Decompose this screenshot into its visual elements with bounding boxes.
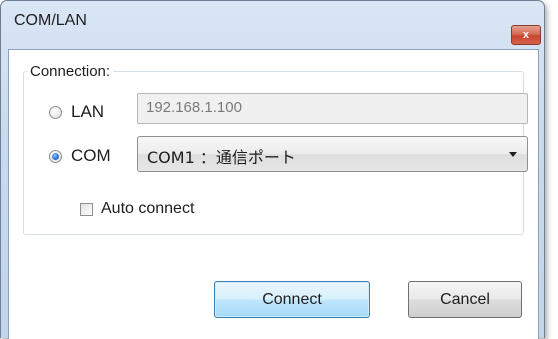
dialog-window: COM/LAN x Connection: LAN 192.168.1.100 …: [0, 0, 545, 339]
com-radio-button[interactable]: [49, 149, 62, 163]
com-radio-option[interactable]: COM: [49, 146, 111, 166]
auto-connect-label[interactable]: Auto connect: [101, 200, 194, 218]
connect-button[interactable]: Connect: [214, 281, 370, 318]
chevron-down-icon[interactable]: [509, 152, 517, 157]
title-bar[interactable]: COM/LAN x: [1, 1, 544, 45]
lan-radio-button[interactable]: [49, 105, 62, 119]
close-button[interactable]: x: [511, 25, 541, 45]
cancel-button[interactable]: Cancel: [408, 281, 522, 318]
com-port-selected-value: COM1 ：通信ポート: [147, 148, 296, 167]
auto-connect-option[interactable]: Auto connect: [80, 200, 194, 218]
lan-radio-option[interactable]: LAN: [49, 102, 104, 122]
lan-address-field[interactable]: 192.168.1.100: [137, 93, 528, 124]
dialog-client-area: Connection: LAN 192.168.1.100 COM COM1 ：…: [8, 49, 539, 339]
lan-radio-label[interactable]: LAN: [71, 102, 104, 122]
com-radio-label[interactable]: COM: [71, 146, 111, 166]
window-title: COM/LAN: [14, 12, 87, 29]
connection-group-label: Connection:: [27, 63, 114, 80]
close-icon: x: [522, 28, 530, 41]
com-port-dropdown[interactable]: COM1 ：通信ポート: [137, 136, 528, 172]
auto-connect-checkbox[interactable]: [80, 202, 93, 216]
